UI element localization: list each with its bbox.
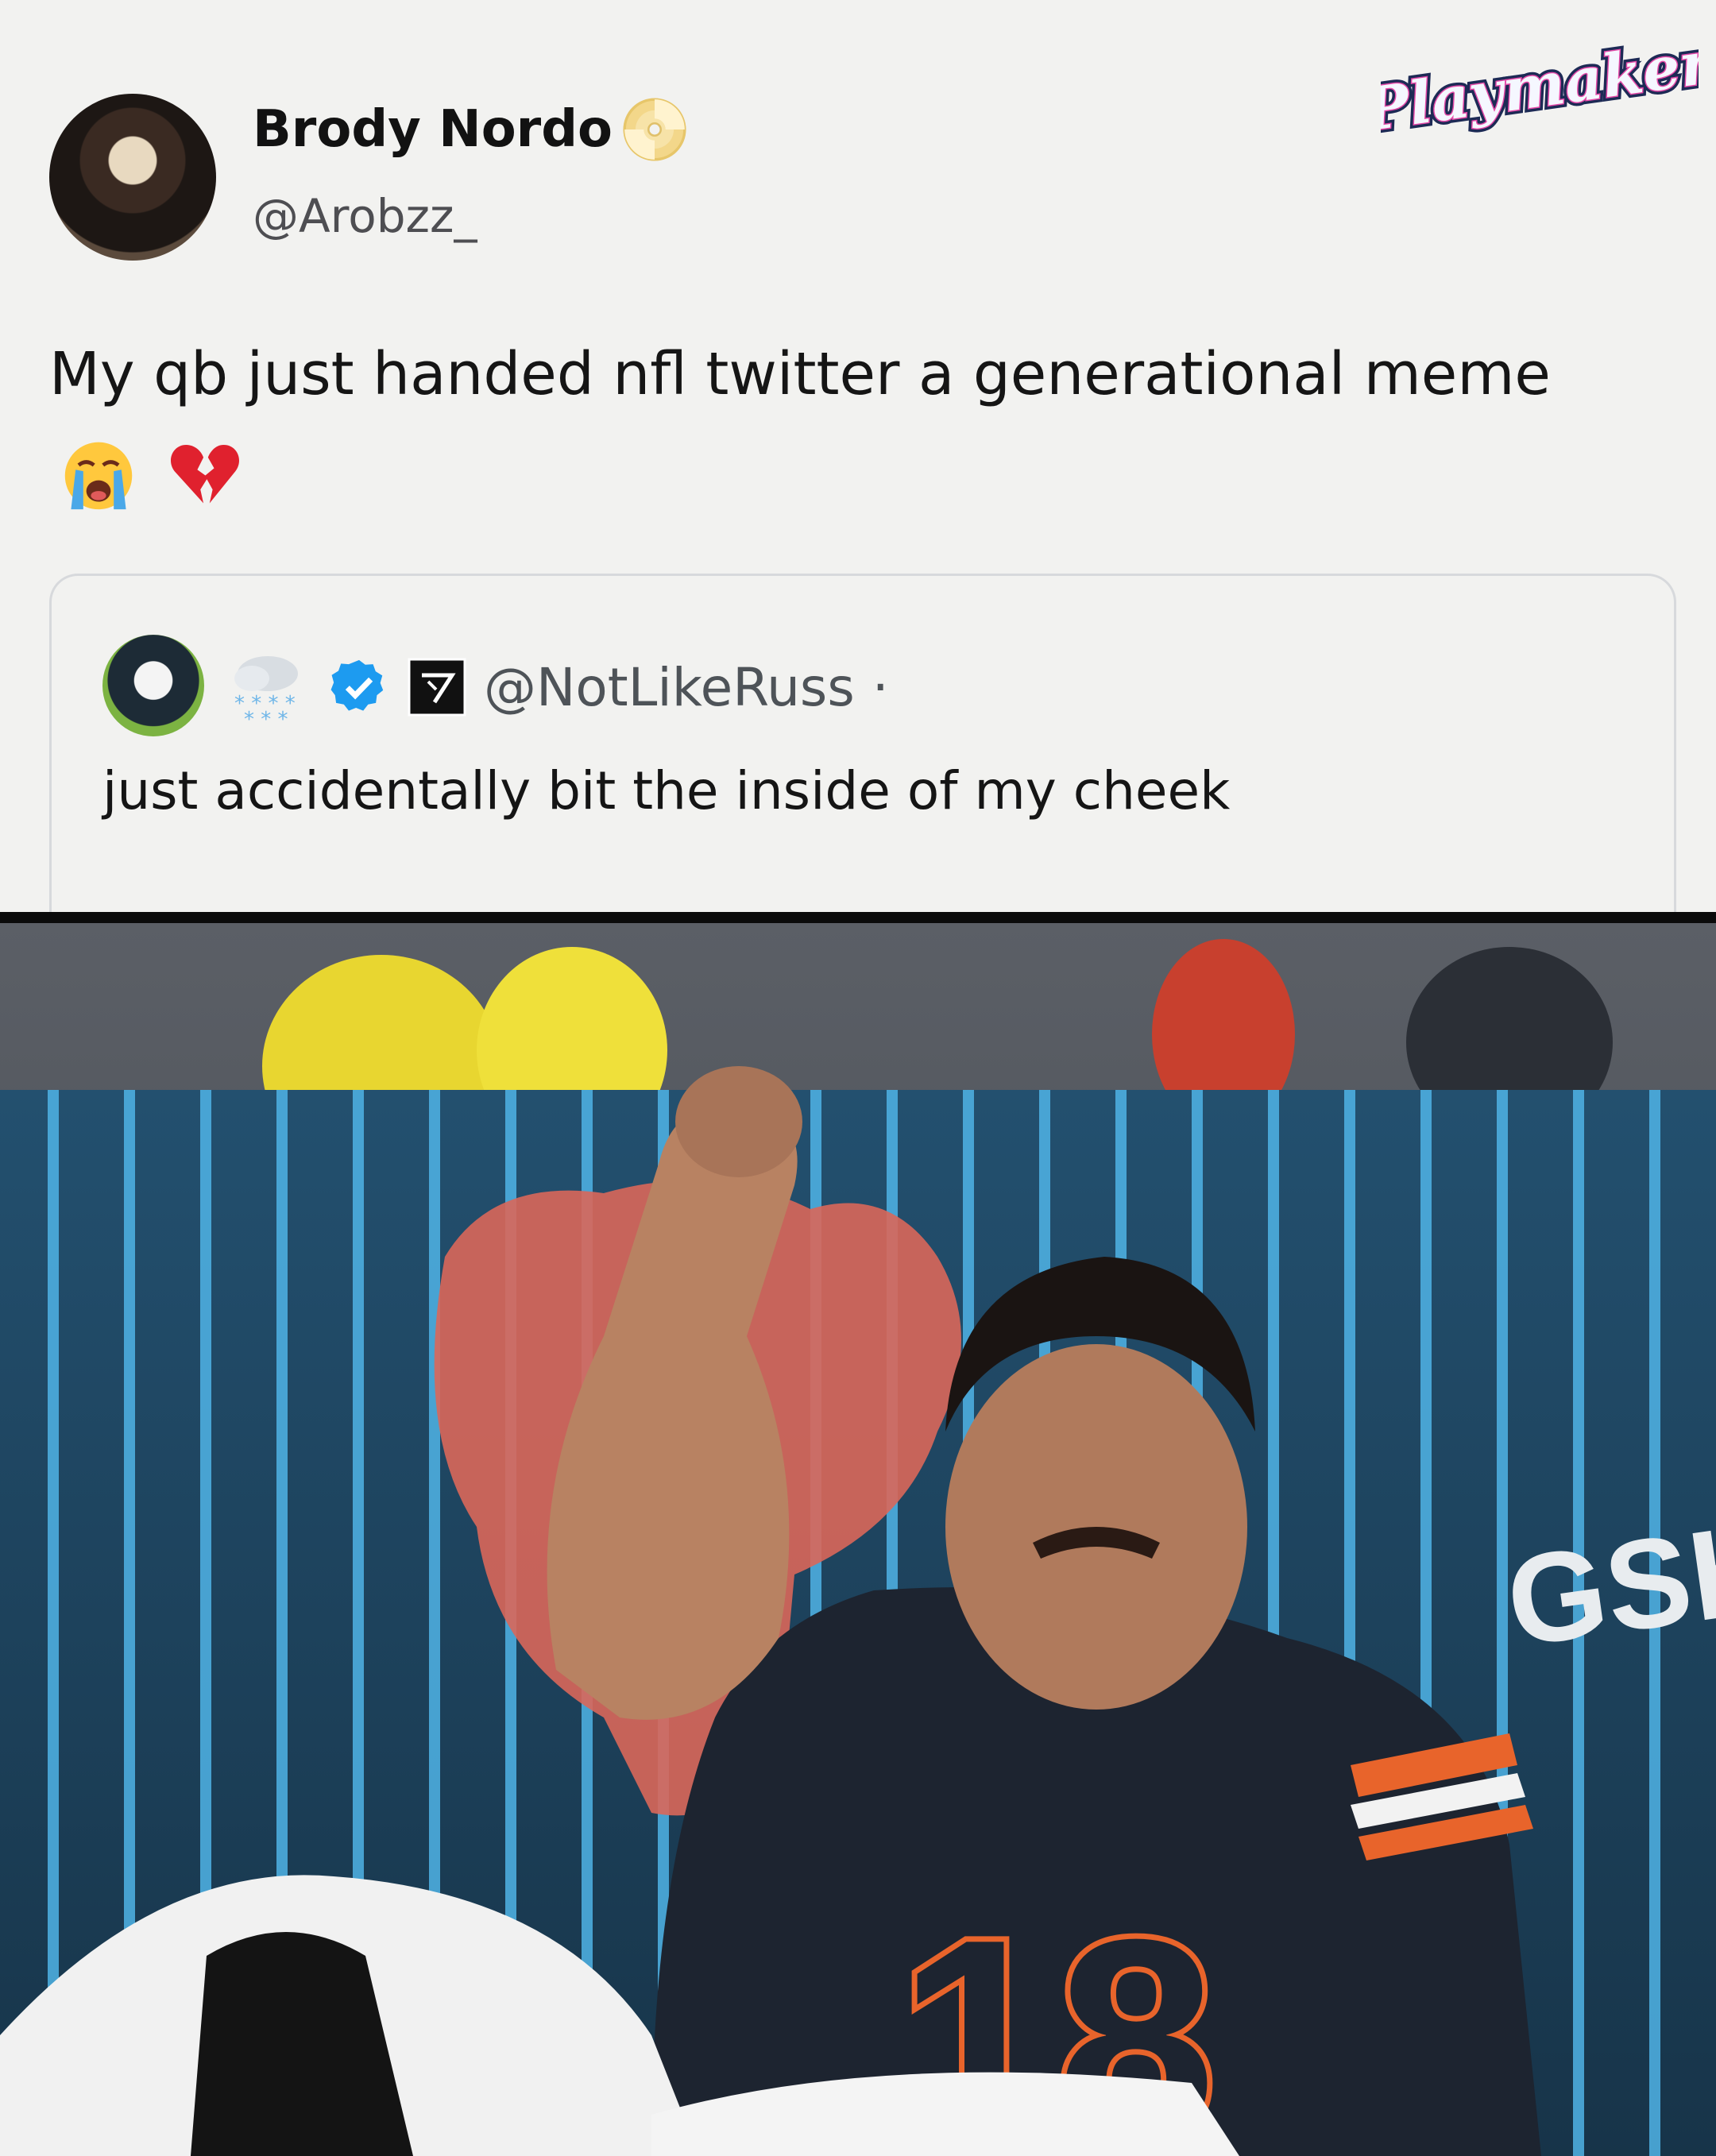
photo-scene: GSH 18 — [0, 923, 1716, 2156]
quoted-tweet[interactable]: * * * * * * * @NotLikeRuss · just accide… — [49, 574, 1676, 941]
tweet-card: Brody Nordo @Arobzz_ Playmaker Playmaker… — [0, 0, 1716, 941]
tweet-body: My qb just handed nfl twitter a generati… — [49, 340, 1551, 408]
player-fist — [675, 1066, 802, 1177]
svg-text:* * *: * * * — [244, 708, 288, 731]
snow-cloud-icon: * * * * * * * — [234, 656, 298, 731]
disc-badge-icon — [623, 98, 686, 161]
user-avatar[interactable] — [49, 94, 216, 261]
playmaker-logo: Playmaker Playmaker — [1381, 27, 1699, 146]
quoted-header: * * * * * * * @NotLikeRuss · — [223, 639, 889, 735]
display-name[interactable]: Brody Nordo — [253, 100, 613, 159]
quoted-text: just accidentally bit the inside of my c… — [102, 760, 1231, 821]
tweet-text: My qb just handed nfl twitter a generati… — [49, 326, 1606, 520]
attached-photo[interactable]: GSH 18 — [0, 912, 1716, 2156]
quoted-user-avatar[interactable] — [102, 635, 204, 736]
affiliate-logo-icon[interactable] — [408, 658, 466, 717]
crying-face-icon — [64, 442, 133, 510]
user-handle[interactable]: @Arobzz_ — [253, 189, 477, 243]
quoted-handle[interactable]: @NotLikeRuss — [484, 657, 855, 718]
verified-badge-icon — [330, 659, 384, 711]
logo-text-glow: Playmaker — [1381, 28, 1699, 145]
quoted-separator: · — [872, 656, 889, 718]
name-row: Brody Nordo — [253, 95, 689, 164]
broken-heart-icon — [170, 445, 239, 504]
